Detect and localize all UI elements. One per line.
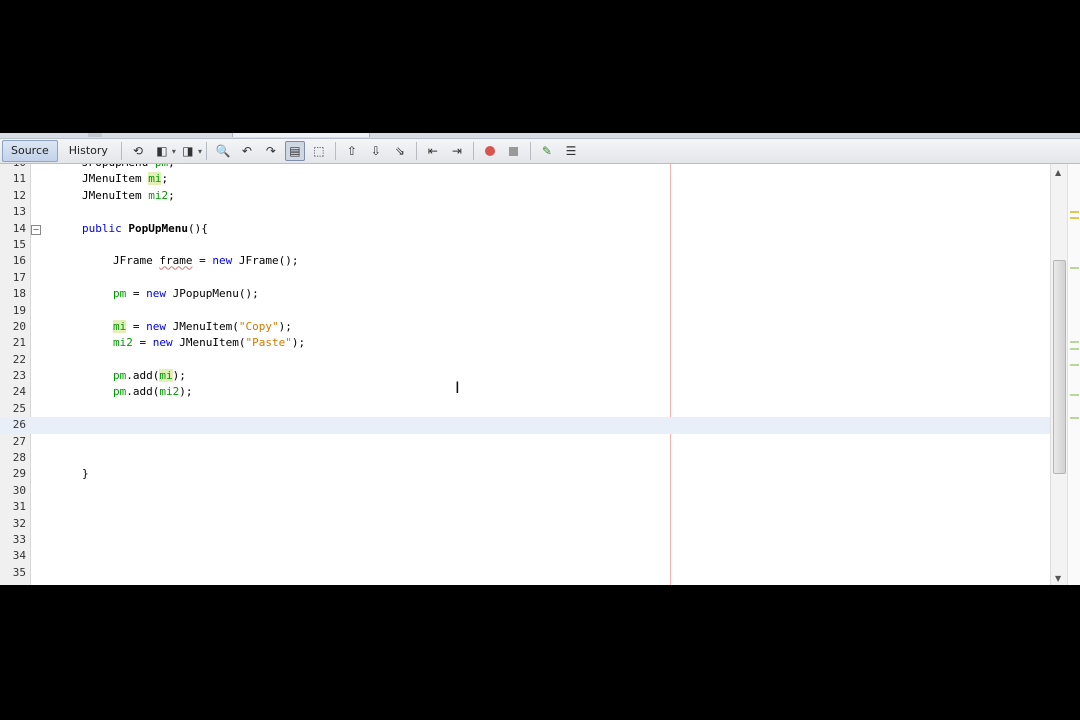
code-line: 34 (12, 549, 26, 563)
find-next-icon[interactable]: ↷ (261, 141, 281, 161)
forward-icon[interactable]: ◨ (178, 141, 198, 161)
code-line: 35 (12, 565, 26, 579)
code-line: 16 JFrame frame = new JFrame(); (12, 254, 299, 268)
toolbar-separator (120, 142, 122, 160)
error-stripe[interactable] (1067, 164, 1080, 585)
code-line: 32 (12, 516, 26, 530)
code-line: 22 (12, 352, 26, 366)
occurrence-mark[interactable] (1070, 267, 1079, 269)
toggle-highlight-icon[interactable]: ▤ (284, 141, 305, 161)
code-line: 15 (12, 237, 26, 251)
occurrence-mark[interactable] (1070, 394, 1079, 396)
find-icon[interactable]: 🔍 (213, 141, 233, 161)
shift-left-icon[interactable]: ⇤ (423, 141, 443, 161)
code-line: 10JPopupMenu pm; (0, 164, 1050, 171)
start-macro-icon[interactable] (480, 141, 500, 161)
code-line: 12 JMenuItem mi2; (12, 188, 175, 202)
code-line: 20 mi = new JMenuItem("Copy"); (12, 319, 292, 333)
code-line: 14− public PopUpMenu(){ (12, 221, 208, 235)
code-line: 33 (12, 532, 26, 546)
previous-bookmark-icon[interactable]: ⇧ (342, 141, 362, 161)
find-selection-icon[interactable]: ⬚ (309, 141, 329, 161)
code-line: 17 (12, 270, 26, 284)
tab-history[interactable]: History (60, 140, 117, 162)
scrollbar-thumb[interactable] (1053, 260, 1066, 474)
toggle-bookmark-icon[interactable]: ⇘ (390, 141, 410, 161)
tab-source[interactable]: Source (2, 140, 58, 162)
document-tab[interactable] (88, 133, 102, 137)
toolbar-separator (334, 142, 336, 160)
back-icon[interactable]: ◧ (152, 141, 172, 161)
shift-right-icon[interactable]: ⇥ (447, 141, 467, 161)
code-editor[interactable]: 10JPopupMenu pm; 11JMenuItem mi; 12JMenu… (0, 164, 1050, 585)
code-line: 24 pm.add(mi2); (12, 385, 193, 399)
scroll-up-icon[interactable]: ▲ (1055, 168, 1061, 177)
chevron-down-icon[interactable]: ▾ (172, 147, 176, 156)
code-line-current: 26 (0, 417, 1050, 434)
toolbar-separator (415, 142, 417, 160)
scroll-down-icon[interactable]: ▼ (1055, 574, 1061, 583)
code-line: 29} (12, 467, 89, 481)
occurrence-mark[interactable] (1070, 348, 1079, 350)
toolbar-separator (529, 142, 531, 160)
code-line: 28 (12, 451, 26, 465)
comment-icon[interactable]: ✎ (537, 141, 557, 161)
warning-mark[interactable] (1070, 217, 1079, 219)
code-line: 19 (12, 303, 26, 317)
code-line: 31 (12, 500, 26, 514)
occurrence-mark[interactable] (1070, 364, 1079, 366)
stop-macro-icon[interactable] (504, 141, 524, 161)
vertical-scrollbar[interactable]: ▲ ▼ (1050, 164, 1068, 585)
toolbar-separator (205, 142, 207, 160)
chevron-down-icon[interactable]: ▾ (198, 147, 202, 156)
last-edit-icon[interactable]: ⟲ (128, 141, 148, 161)
code-line: 21 mi2 = new JMenuItem("Paste"); (12, 336, 306, 350)
fold-toggle-icon[interactable]: − (31, 224, 41, 235)
toolbar-separator (472, 142, 474, 160)
code-line: 11 JMenuItem mi; (12, 172, 169, 186)
next-bookmark-icon[interactable]: ⇩ (366, 141, 386, 161)
document-tab-active[interactable] (232, 133, 370, 137)
netbeans-editor-window: Source History ⟲ ◧ ▾ ◨ ▾ 🔍 ↶ ↷ ▤ ⬚ ⇧ ⇩ ⇘ ⇤… (0, 133, 1080, 585)
code-line: 23 pm.add(mi); (12, 369, 186, 383)
code-line: 18 pm = new JPopupMenu(); (12, 287, 259, 301)
uncomment-icon[interactable]: ☰ (561, 141, 581, 161)
editor-toolbar: Source History ⟲ ◧ ▾ ◨ ▾ 🔍 ↶ ↷ ▤ ⬚ ⇧ ⇩ ⇘ ⇤… (0, 139, 1080, 164)
code-line: 13 (12, 205, 26, 219)
occurrence-mark[interactable] (1070, 341, 1079, 343)
code-line: 25 (12, 401, 26, 415)
code-lines: 10JPopupMenu pm; 11JMenuItem mi; 12JMenu… (0, 164, 1050, 581)
occurrence-mark[interactable] (1070, 417, 1079, 419)
code-line: 30 (12, 483, 26, 497)
code-line: 27 (12, 434, 26, 448)
warning-mark[interactable] (1070, 211, 1079, 213)
text-cursor-icon: I (455, 378, 460, 397)
find-previous-icon[interactable]: ↶ (237, 141, 257, 161)
